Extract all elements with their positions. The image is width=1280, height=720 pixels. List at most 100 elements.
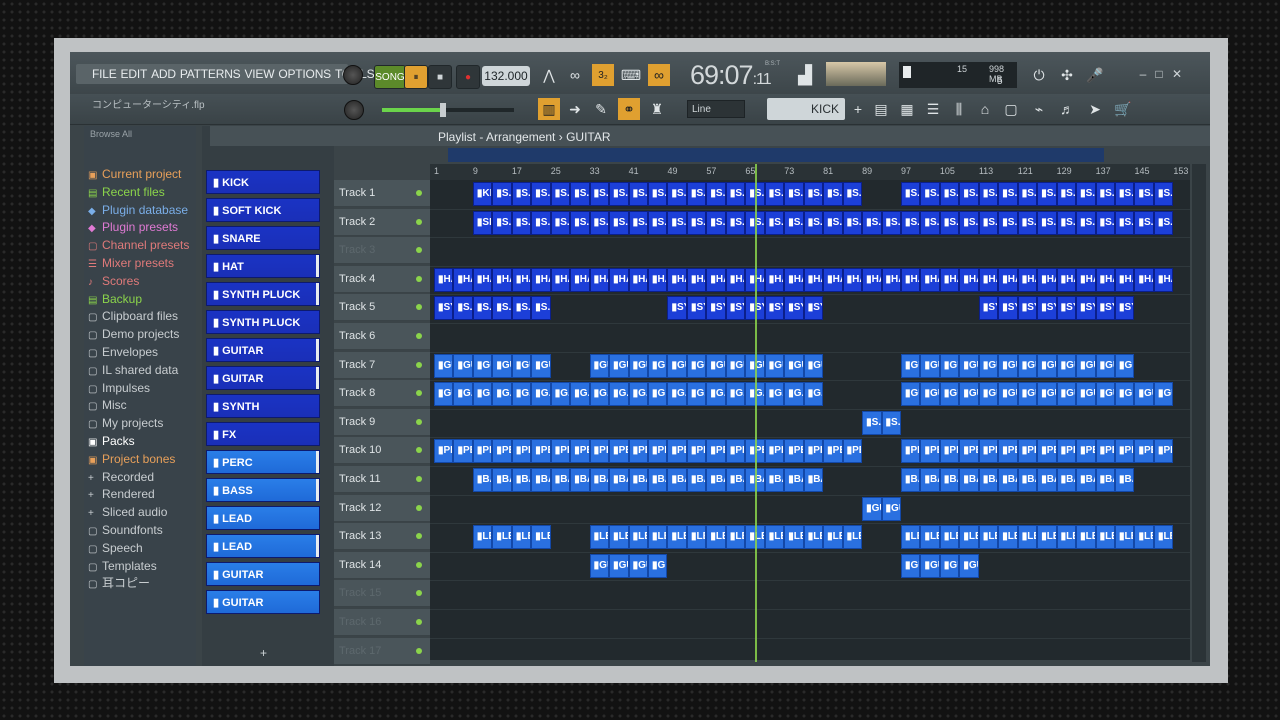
mixer-link-icon[interactable]: ✣ bbox=[1056, 64, 1078, 86]
track-mute-led[interactable] bbox=[416, 218, 422, 225]
pattern-clip[interactable]: ▮HAT bbox=[1037, 267, 1057, 292]
track-header[interactable]: Track 16 bbox=[334, 609, 430, 636]
pattern-clip[interactable]: ▮G..R bbox=[648, 382, 668, 407]
pattern-clip[interactable]: ▮BASS bbox=[686, 468, 707, 492]
pattern-clip[interactable]: ▮SY..CK bbox=[1115, 296, 1135, 321]
pattern-clip[interactable]: ▮S..RE bbox=[842, 210, 863, 235]
pattern-clip[interactable]: ▮HAT bbox=[784, 267, 804, 292]
pattern-clip[interactable]: ▮S..RE bbox=[1134, 210, 1154, 235]
pattern-clip[interactable]: ▮HAT bbox=[998, 267, 1018, 292]
pattern-clip[interactable]: ▮HAT bbox=[686, 267, 707, 292]
snap-select[interactable]: Line bbox=[687, 100, 745, 118]
pattern-clip[interactable]: ▮BASS bbox=[784, 468, 804, 492]
pattern-clip[interactable]: ▮S..CK bbox=[725, 182, 746, 206]
pattern-clip[interactable]: ▮LEAD bbox=[998, 525, 1018, 550]
record-button[interactable]: ● bbox=[456, 65, 480, 89]
pattern-clip[interactable]: ▮GU..R bbox=[1076, 382, 1096, 407]
channel-button[interactable]: ▮ SYNTH bbox=[206, 394, 320, 418]
pattern-clip[interactable]: ▮PERC bbox=[939, 439, 960, 464]
pattern-clip[interactable]: ▮G..R bbox=[686, 382, 707, 407]
pattern-clip[interactable]: ▮PERC bbox=[609, 439, 629, 464]
pattern-clip[interactable]: ▮S..CK bbox=[589, 182, 610, 206]
channel-select-indicator[interactable] bbox=[316, 339, 319, 361]
track-mute-led[interactable] bbox=[416, 190, 422, 196]
browser-item[interactable]: ▣ Packs bbox=[84, 433, 196, 451]
browser-item[interactable]: ▣ Current project bbox=[84, 166, 196, 184]
track-header[interactable]: Track 5 bbox=[334, 294, 430, 322]
pattern-clip[interactable]: ▮BASS bbox=[1076, 468, 1096, 492]
browser-item[interactable]: ▢ Templates bbox=[84, 558, 196, 576]
pattern-clip[interactable]: ▮LEAD bbox=[1153, 525, 1174, 550]
pattern-clip[interactable]: ▮PERC bbox=[725, 439, 746, 464]
menu-add[interactable]: ADD bbox=[151, 67, 176, 81]
channel-rack-icon[interactable]: ☰ bbox=[922, 98, 944, 120]
pattern-clip[interactable]: ▮PERC bbox=[1017, 439, 1038, 464]
pattern-clip[interactable]: ▮BASS bbox=[959, 468, 979, 492]
piano-roll-window-icon[interactable]: ▦ bbox=[896, 98, 918, 120]
pattern-clip[interactable]: ▮S..RE bbox=[686, 210, 707, 235]
add-pattern-icon[interactable]: + bbox=[847, 98, 869, 120]
pattern-clip[interactable]: ▮GU..R bbox=[803, 353, 824, 378]
pattern-clip[interactable]: ▮S..CK bbox=[764, 182, 785, 206]
menu-options[interactable]: OPTIONS bbox=[278, 67, 331, 81]
channel-button[interactable]: ▮ HAT bbox=[206, 254, 320, 278]
pattern-clip[interactable]: ▮HAT bbox=[803, 267, 824, 292]
pattern-clip[interactable]: ▮LEAD bbox=[1037, 525, 1057, 550]
pattern-clip[interactable]: ▮PERC bbox=[434, 439, 454, 464]
track-header[interactable]: Track 7 bbox=[334, 351, 430, 379]
pattern-clip[interactable]: ▮GU..R bbox=[686, 353, 707, 378]
menu-view[interactable]: VIEW bbox=[244, 67, 274, 81]
pattern-clip[interactable]: ▮GU..R bbox=[900, 353, 921, 378]
pattern-clip[interactable]: ▮LEAD bbox=[1056, 525, 1077, 550]
browser-item[interactable]: ▢ My projects bbox=[84, 415, 196, 433]
metronome-icon[interactable]: ⋀ bbox=[538, 64, 560, 86]
pattern-clip[interactable]: ▮PERC bbox=[492, 439, 512, 464]
pattern-clip[interactable]: ▮S..RE bbox=[706, 210, 726, 235]
pattern-clip[interactable]: ▮PERC bbox=[648, 439, 668, 464]
pattern-clip[interactable]: ▮LEAD bbox=[920, 525, 940, 550]
pattern-clip[interactable]: ▮HAT bbox=[1115, 267, 1135, 292]
track-mute-led[interactable] bbox=[416, 361, 422, 368]
master-pitch-slider[interactable] bbox=[382, 103, 514, 117]
channel-button[interactable]: ▮ LEAD bbox=[206, 534, 320, 558]
pattern-clip[interactable]: ▮S..CK bbox=[453, 296, 473, 321]
pattern-clip[interactable]: ▮S..CK bbox=[1115, 182, 1135, 206]
pattern-clip[interactable]: ▮GU..R bbox=[589, 553, 610, 578]
pattern-clip[interactable]: ▮S..TH bbox=[881, 410, 901, 435]
pattern-clip[interactable]: ▮S..CK bbox=[511, 182, 532, 206]
pattern-clip[interactable]: ▮S..RE bbox=[1037, 210, 1057, 235]
pattern-clip[interactable]: ▮S..RE bbox=[550, 210, 571, 235]
track-header[interactable]: Track 15 bbox=[334, 580, 430, 608]
pattern-clip[interactable]: ▮S..RE bbox=[764, 210, 785, 235]
pattern-clip[interactable]: ▮BASS bbox=[998, 468, 1018, 492]
pencil-icon[interactable]: ✎ bbox=[590, 98, 612, 120]
menu-file[interactable]: FILE bbox=[92, 67, 117, 81]
pattern-clip[interactable]: ▮S..CK bbox=[939, 182, 960, 206]
pattern-clip[interactable]: ▮PERC bbox=[511, 439, 532, 464]
pattern-clip[interactable]: ▮HAT bbox=[764, 267, 785, 292]
pattern-clip[interactable]: ▮S..RE bbox=[998, 210, 1018, 235]
microphone-icon[interactable]: 🎤 bbox=[1084, 64, 1106, 86]
pattern-clip[interactable]: ▮PERC bbox=[472, 439, 493, 464]
pattern-clip[interactable]: ▮S..CK bbox=[920, 182, 940, 206]
browser-item[interactable]: + Recorded bbox=[84, 469, 196, 487]
pattern-clip[interactable]: ▮S..RE bbox=[628, 210, 649, 235]
pattern-clip[interactable]: ▮GU..R bbox=[939, 553, 960, 578]
pattern-clip[interactable]: ▮LEAD bbox=[531, 525, 551, 550]
pattern-clip[interactable]: ▮GU..R bbox=[453, 353, 473, 378]
pattern-clip[interactable]: ▮PERC bbox=[900, 439, 921, 464]
browser-item[interactable]: ◆ Plugin presets bbox=[84, 219, 196, 237]
pattern-clip[interactable]: ▮BASS bbox=[550, 468, 571, 492]
channel-button[interactable]: ▮ GUITAR bbox=[206, 338, 320, 362]
stop-button[interactable]: ■ bbox=[428, 65, 452, 89]
pattern-clip[interactable]: ▮SY..CK bbox=[667, 296, 687, 321]
pattern-clip[interactable]: ▮HAT bbox=[900, 267, 921, 292]
pattern-clip[interactable]: ▮G..R bbox=[706, 382, 726, 407]
pattern-clip[interactable]: ▮BASS bbox=[492, 468, 512, 492]
pattern-clip[interactable]: ▮PERC bbox=[1095, 439, 1116, 464]
pattern-clip[interactable]: ▮S..RE bbox=[959, 210, 979, 235]
pattern-clip[interactable]: ▮HAT bbox=[472, 267, 493, 292]
pattern-clip[interactable]: ▮PERC bbox=[764, 439, 785, 464]
pattern-clip[interactable]: ▮HAT bbox=[492, 267, 512, 292]
pattern-clip[interactable]: ▮GU..R bbox=[609, 353, 629, 378]
